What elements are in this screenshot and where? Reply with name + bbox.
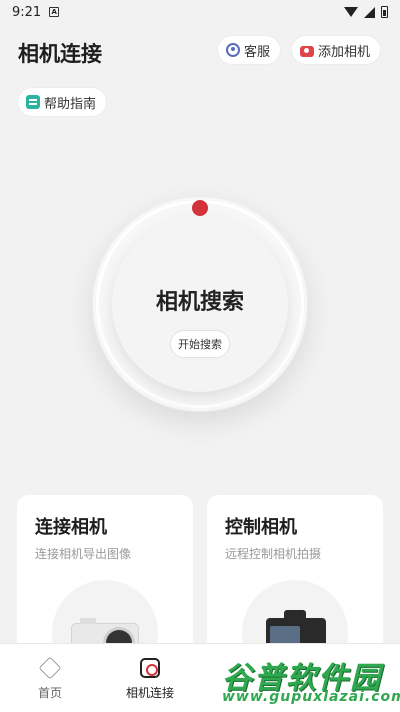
tab-camera-label: 相机连接 (125, 686, 174, 700)
card-subtitle: 连接相机导出图像 (35, 547, 132, 561)
page-title: 相机连接 (18, 42, 102, 66)
customer-service-icon (226, 43, 240, 57)
camera-icon (300, 45, 314, 57)
help-guide-label: 帮助指南 (44, 96, 97, 112)
status-bar: 9:21 A (0, 0, 400, 24)
add-camera-label: 添加相机 (318, 44, 371, 60)
status-time: 9:21 (12, 4, 42, 20)
wifi-icon (344, 7, 358, 17)
card-title: 连接相机 (35, 517, 107, 538)
control-camera-card[interactable]: 控制相机 远程控制相机拍摄 (207, 495, 383, 665)
battery-icon (381, 6, 388, 18)
status-icons (344, 6, 388, 18)
start-search-button[interactable]: 开始搜索 (170, 330, 230, 358)
help-guide-button[interactable]: 帮助指南 (18, 88, 107, 116)
document-icon (26, 95, 40, 109)
customer-service-button[interactable]: 客服 (218, 36, 281, 64)
tab-camera-connect[interactable]: 相机连接 (100, 644, 200, 712)
card-subtitle: 远程控制相机拍摄 (225, 547, 322, 561)
notification-icon: A (49, 7, 60, 17)
card-title: 控制相机 (225, 517, 297, 538)
camera-tab-icon (140, 658, 160, 678)
home-icon (38, 656, 62, 680)
connect-camera-card[interactable]: 连接相机 连接相机导出图像 (17, 495, 193, 665)
camera-search-dial: 相机搜索 开始搜索 (92, 196, 308, 412)
watermark: 谷普软件园 www.gupuxlazai.com (210, 645, 400, 712)
add-camera-button[interactable]: 添加相机 (292, 36, 381, 64)
tab-home-label: 首页 (37, 686, 62, 700)
dial-title: 相机搜索 (155, 290, 244, 315)
watermark-url: www.gupuxlazai.com (222, 689, 400, 705)
customer-service-label: 客服 (244, 44, 271, 60)
signal-icon (364, 6, 375, 18)
dial-indicator-dot (192, 200, 208, 216)
tab-home[interactable]: 首页 (0, 644, 100, 712)
header: 相机连接 客服 添加相机 (0, 34, 400, 68)
